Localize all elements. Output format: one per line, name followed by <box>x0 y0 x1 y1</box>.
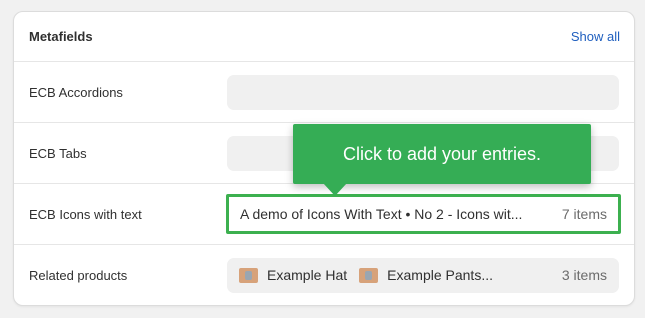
product-chip: Example Pants... <box>359 267 493 283</box>
tooltip-arrow <box>323 183 347 196</box>
product-thumbnail-icon <box>239 267 258 283</box>
metafields-title: Metafields <box>29 29 93 44</box>
metafield-row-related-products: Related products Example Hat Example Pan… <box>14 245 634 305</box>
show-all-link[interactable]: Show all <box>571 29 620 44</box>
related-products-field[interactable]: Example Hat Example Pants... 3 items <box>227 257 619 293</box>
metafields-header: Metafields Show all <box>14 12 634 62</box>
add-entries-tooltip: Click to add your entries. <box>293 124 591 184</box>
accordions-field[interactable] <box>227 74 619 110</box>
product-name: Example Pants... <box>387 267 493 283</box>
metafield-label: ECB Icons with text <box>29 206 142 222</box>
metafield-label: Related products <box>29 267 128 283</box>
icons-with-text-field[interactable]: A demo of Icons With Text • No 2 - Icons… <box>226 194 621 234</box>
metafield-label: ECB Accordions <box>29 84 123 100</box>
item-count: 3 items <box>561 267 607 283</box>
tooltip-text: Click to add your entries. <box>342 143 542 164</box>
product-name: Example Hat <box>267 267 348 283</box>
field-value: A demo of Icons With Text • No 2 - Icons… <box>240 206 523 222</box>
metafield-row-accordions: ECB Accordions <box>14 62 634 123</box>
item-count: 7 items <box>561 206 607 222</box>
metafield-label: ECB Tabs <box>29 145 87 161</box>
product-thumbnail-icon <box>359 267 379 283</box>
product-list: Example Hat Example Pants... <box>239 267 552 283</box>
product-chip: Example Hat <box>239 267 347 283</box>
